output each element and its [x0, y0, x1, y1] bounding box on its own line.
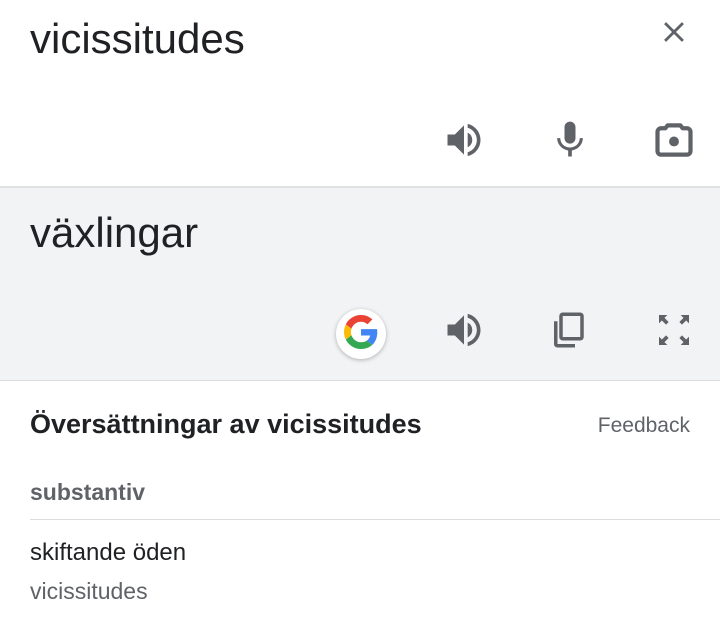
- fullscreen-button[interactable]: [650, 308, 698, 356]
- listen-source-button[interactable]: [440, 118, 488, 166]
- close-icon: [657, 15, 691, 54]
- translation-entry-word[interactable]: skiftande öden: [30, 538, 186, 568]
- copy-icon: [547, 309, 589, 356]
- microphone-icon: [548, 118, 592, 167]
- google-button[interactable]: [336, 309, 386, 359]
- feedback-link[interactable]: Feedback: [598, 412, 690, 440]
- translated-text: växlingar: [30, 209, 199, 256]
- listen-translation-button[interactable]: [440, 308, 488, 356]
- clear-button[interactable]: [652, 12, 696, 56]
- camera-lens-icon: [652, 118, 696, 167]
- section-divider: [0, 380, 720, 381]
- source-panel: vicissitudes: [0, 0, 720, 186]
- speaker-icon: [442, 308, 486, 357]
- pos-divider: [30, 519, 720, 520]
- translations-heading: Översättningar av vicissitudes: [30, 409, 422, 439]
- translation-entry-back-translation: vicissitudes: [30, 578, 148, 604]
- target-panel: växlingar: [0, 188, 720, 380]
- part-of-speech-label: substantiv: [30, 479, 146, 505]
- speaker-icon: [442, 118, 486, 167]
- google-icon: [344, 314, 378, 354]
- fullscreen-icon: [654, 310, 694, 355]
- copy-translation-button[interactable]: [544, 308, 592, 356]
- source-text-input[interactable]: vicissitudes: [30, 14, 245, 64]
- voice-input-button[interactable]: [546, 118, 594, 166]
- camera-translate-button[interactable]: [650, 118, 698, 166]
